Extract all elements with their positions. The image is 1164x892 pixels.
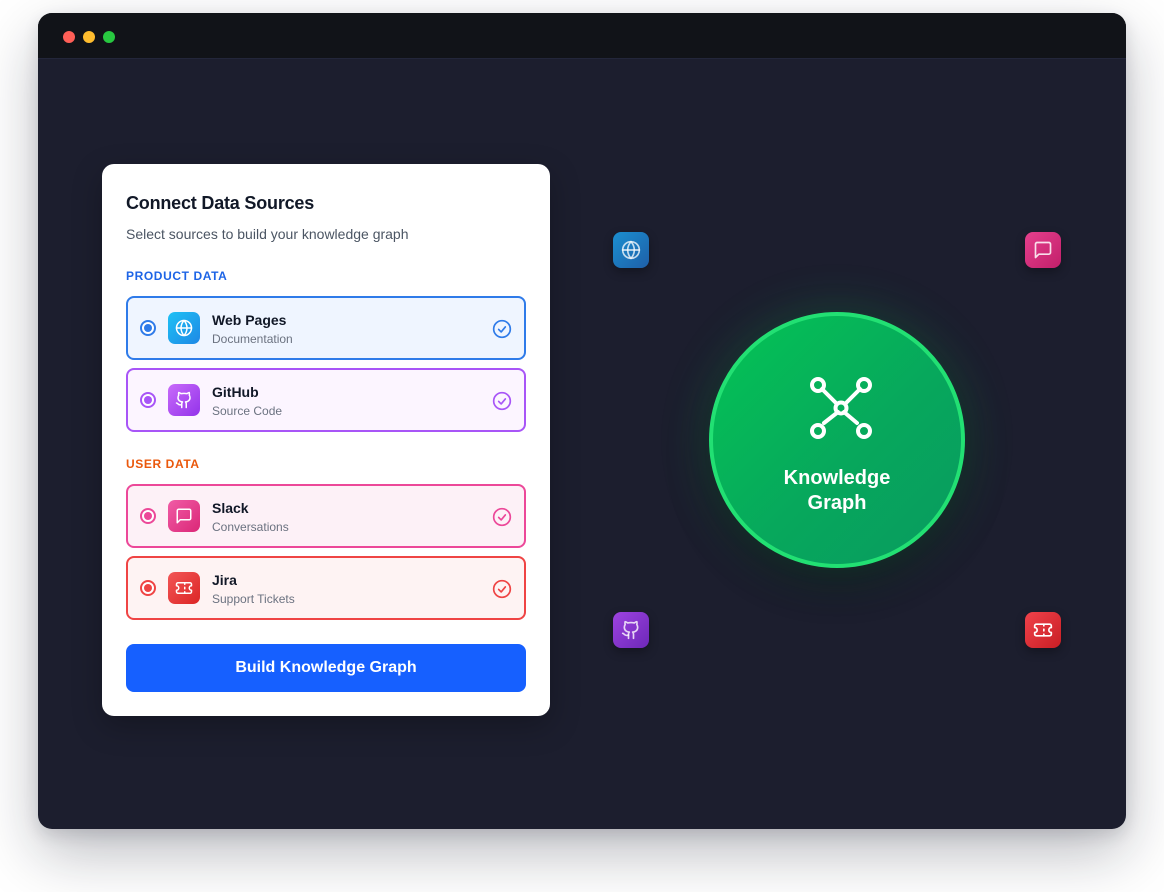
- satellite-globe-icon: [613, 232, 649, 268]
- ticket-icon: [168, 572, 200, 604]
- check-circle-icon: [492, 579, 512, 599]
- source-description: Support Tickets: [212, 592, 295, 606]
- satellite-message-icon: [1025, 232, 1061, 268]
- section-label-product-data: PRODUCT DATA: [126, 269, 228, 283]
- message-icon: [168, 500, 200, 532]
- satellite-github-icon: [613, 612, 649, 648]
- source-github[interactable]: GitHub Source Code: [126, 368, 526, 432]
- knowledge-graph-node: Knowledge Graph: [709, 312, 965, 568]
- source-radio[interactable]: [140, 580, 156, 596]
- source-radio[interactable]: [140, 392, 156, 408]
- window-zoom-button[interactable]: [103, 31, 115, 43]
- knowledge-graph-label-line2: Graph: [807, 492, 867, 514]
- window-close-button[interactable]: [63, 31, 75, 43]
- connect-sources-panel: Connect Data Sources Select sources to b…: [102, 164, 550, 716]
- app-window: Connect Data Sources Select sources to b…: [38, 13, 1126, 829]
- github-icon: [168, 384, 200, 416]
- source-name: Jira: [212, 572, 237, 588]
- graph-nodes-icon: [810, 377, 872, 439]
- source-description: Documentation: [212, 332, 293, 346]
- source-jira[interactable]: Jira Support Tickets: [126, 556, 526, 620]
- panel-subtitle: Select sources to build your knowledge g…: [126, 226, 409, 242]
- source-radio[interactable]: [140, 320, 156, 336]
- source-web-pages[interactable]: Web Pages Documentation: [126, 296, 526, 360]
- source-name: Web Pages: [212, 312, 287, 328]
- satellite-ticket-icon: [1025, 612, 1061, 648]
- panel-title: Connect Data Sources: [126, 193, 315, 213]
- source-name: Slack: [212, 500, 249, 516]
- check-circle-icon: [492, 391, 512, 411]
- source-name: GitHub: [212, 384, 259, 400]
- source-slack[interactable]: Slack Conversations: [126, 484, 526, 548]
- check-circle-icon: [492, 319, 512, 339]
- build-knowledge-graph-button[interactable]: Build Knowledge Graph: [126, 644, 526, 692]
- check-circle-icon: [492, 507, 512, 527]
- globe-icon: [168, 312, 200, 344]
- window-titlebar: [38, 13, 1126, 59]
- source-radio[interactable]: [140, 508, 156, 524]
- knowledge-graph-label: Knowledge Graph: [713, 466, 961, 516]
- source-description: Source Code: [212, 404, 283, 418]
- section-label-user-data: USER DATA: [126, 457, 200, 471]
- source-description: Conversations: [212, 520, 289, 534]
- window-minimize-button[interactable]: [83, 31, 95, 43]
- knowledge-graph-label-line1: Knowledge: [783, 467, 891, 489]
